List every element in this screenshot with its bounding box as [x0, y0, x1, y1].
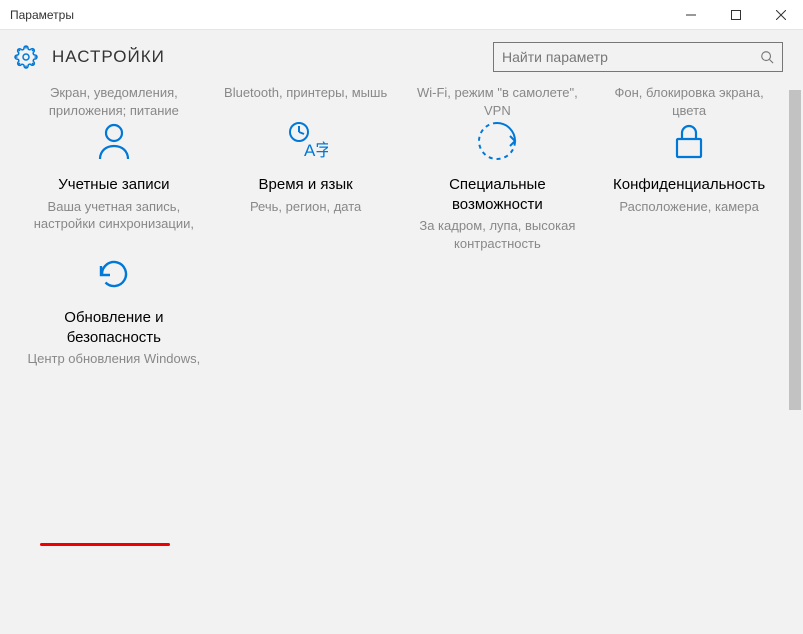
person-icon — [92, 119, 136, 163]
tile-title: Обновление и безопасность — [24, 308, 204, 347]
tile-system[interactable]: Экран, уведомления, приложения; питание — [20, 84, 208, 119]
tile-personalization[interactable]: Фон, блокировка экрана, цвета — [595, 84, 783, 119]
tile-privacy[interactable]: Конфиденциальность Расположение, камера — [595, 119, 783, 252]
close-button[interactable] — [758, 0, 803, 30]
tile-devices[interactable]: Bluetooth, принтеры, мышь — [212, 84, 400, 119]
page-title: НАСТРОЙКИ — [52, 47, 165, 67]
scrollbar[interactable] — [787, 30, 803, 634]
time-language-icon: A字 — [284, 119, 328, 163]
minimize-button[interactable] — [668, 0, 713, 30]
tile-desc: Фон, блокировка экрана, цвета — [599, 84, 779, 119]
tile-desc: Wi-Fi, режим "в самолете", VPN — [408, 84, 588, 119]
tile-desc: Экран, уведомления, приложения; питание — [24, 84, 204, 119]
tile-update-security[interactable]: Обновление и безопасность Центр обновлен… — [20, 252, 208, 368]
content-area: Экран, уведомления, приложения; питание … — [0, 84, 803, 634]
tile-time-language[interactable]: A字 Время и язык Речь, регион, дата — [212, 119, 400, 252]
titlebar: Параметры — [0, 0, 803, 30]
tile-desc: За кадром, лупа, высокая контрастность — [408, 217, 588, 252]
tiles-row-partial: Экран, уведомления, приложения; питание … — [20, 84, 783, 119]
tile-desc: Центр обновления Windows, — [24, 350, 204, 368]
window-controls — [668, 0, 803, 30]
window-title: Параметры — [10, 8, 668, 22]
annotation-underline — [40, 543, 170, 546]
maximize-button[interactable] — [713, 0, 758, 30]
gear-icon — [14, 45, 38, 69]
tile-accounts[interactable]: Учетные записи Ваша учетная запись, наст… — [20, 119, 208, 252]
tile-network[interactable]: Wi-Fi, режим "в самолете", VPN — [404, 84, 592, 119]
tile-desc: Bluetooth, принтеры, мышь — [216, 84, 396, 102]
svg-text:A字: A字 — [304, 141, 328, 160]
search-box[interactable] — [493, 42, 783, 72]
tile-ease-of-access[interactable]: Специальные возможности За кадром, лупа,… — [404, 119, 592, 252]
header: НАСТРОЙКИ — [0, 30, 803, 84]
update-icon — [92, 252, 136, 296]
tiles-row-2: Учетные записи Ваша учетная запись, наст… — [20, 119, 783, 252]
tiles-row-3: Обновление и безопасность Центр обновлен… — [20, 252, 783, 368]
tile-desc: Ваша учетная запись, настройки синхрониз… — [24, 198, 204, 233]
tile-title: Специальные возможности — [408, 175, 588, 214]
search-input[interactable] — [502, 49, 760, 65]
tile-desc: Речь, регион, дата — [216, 198, 396, 216]
tile-desc: Расположение, камера — [599, 198, 779, 216]
search-icon — [760, 50, 774, 64]
scrollbar-thumb[interactable] — [789, 90, 801, 410]
tile-title: Время и язык — [216, 175, 396, 195]
tile-title: Учетные записи — [24, 175, 204, 195]
tile-title: Конфиденциальность — [599, 175, 779, 195]
lock-icon — [667, 119, 711, 163]
ease-of-access-icon — [475, 119, 519, 163]
